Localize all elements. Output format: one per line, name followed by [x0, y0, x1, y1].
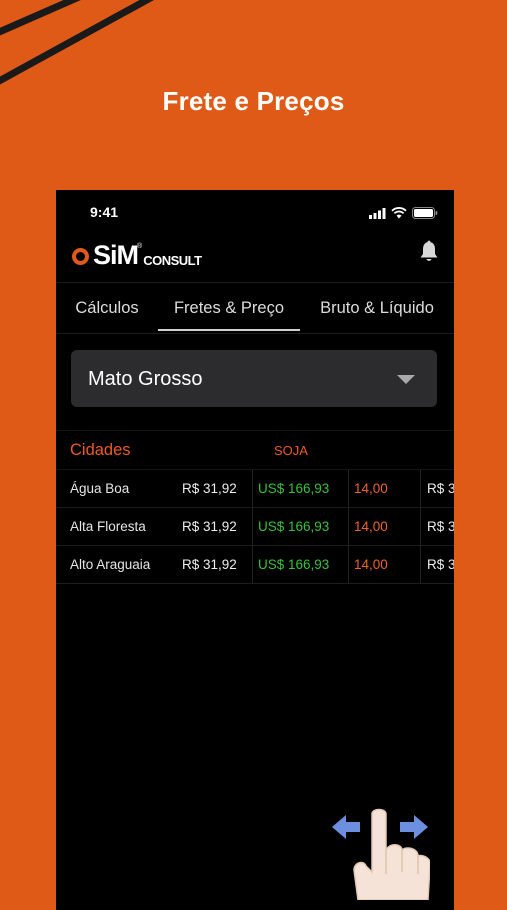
swipe-hand-icon — [332, 808, 430, 900]
logo-main-text: SiM — [93, 240, 139, 270]
logo-sub-text: CONSULT — [143, 252, 202, 268]
arrow-right-icon — [400, 815, 428, 839]
logo-ring-icon — [72, 248, 89, 265]
value-cell: 14,00 — [348, 546, 420, 583]
promo-title: Frete e Preços — [162, 86, 345, 116]
logo-registered-mark: ® — [137, 242, 143, 250]
simconsult-logo[interactable]: SiM ® CONSULT — [72, 238, 202, 272]
status-icons — [369, 206, 438, 220]
column-header-soja: SOJA — [274, 443, 308, 458]
bell-icon[interactable] — [418, 240, 440, 264]
price-brl: R$ 31,92 — [182, 557, 237, 572]
price-usd: US$ 166,93 — [252, 470, 346, 507]
price-usd: US$ 166,93 — [252, 508, 346, 545]
arrow-left-icon — [332, 815, 360, 839]
wifi-icon — [391, 207, 407, 219]
tab-bar: Cálculos Fretes & Preço Bruto & Líquido — [56, 282, 454, 334]
status-time: 9:41 — [90, 204, 119, 220]
chevron-down-icon — [397, 375, 415, 384]
battery-icon — [412, 207, 438, 219]
tab-calculos[interactable]: Cálculos — [56, 283, 158, 331]
city-name: Água Boa — [70, 481, 130, 496]
value-cell: 14,00 — [348, 470, 420, 507]
state-select[interactable]: Mato Grosso — [71, 350, 437, 407]
price-brl: R$ 31,92 — [182, 519, 237, 534]
table-row[interactable]: Água Boa R$ 31,92 US$ 166,93 14,00 R$ 3 — [56, 470, 454, 508]
status-bar: 9:41 — [56, 190, 454, 234]
tab-fretes-preco[interactable]: Fretes & Preço — [158, 283, 300, 331]
price-brl: R$ 31,92 — [182, 481, 237, 496]
column-header-cidades: Cidades — [70, 441, 131, 459]
next-price-cell: R$ 3 — [420, 470, 454, 507]
price-usd: US$ 166,93 — [252, 546, 346, 583]
table-row[interactable]: Alta Floresta R$ 31,92 US$ 166,93 14,00 … — [56, 508, 454, 546]
prices-table: Cidades SOJA Água Boa R$ 31,92 US$ 166,9… — [56, 430, 454, 584]
value-cell: 14,00 — [348, 508, 420, 545]
tab-bruto-liquido[interactable]: Bruto & Líquido — [300, 283, 454, 331]
next-price-cell: R$ 3 — [420, 546, 454, 583]
signal-icon — [369, 207, 386, 219]
table-header-row: Cidades SOJA — [56, 430, 454, 470]
app-header: SiM ® CONSULT — [56, 234, 454, 282]
next-price-cell: R$ 3 — [420, 508, 454, 545]
city-name: Alto Araguaia — [70, 557, 151, 572]
table-row[interactable]: Alto Araguaia R$ 31,92 US$ 166,93 14,00 … — [56, 546, 454, 584]
city-name: Alta Floresta — [70, 519, 146, 534]
state-select-value: Mato Grosso — [88, 368, 203, 390]
